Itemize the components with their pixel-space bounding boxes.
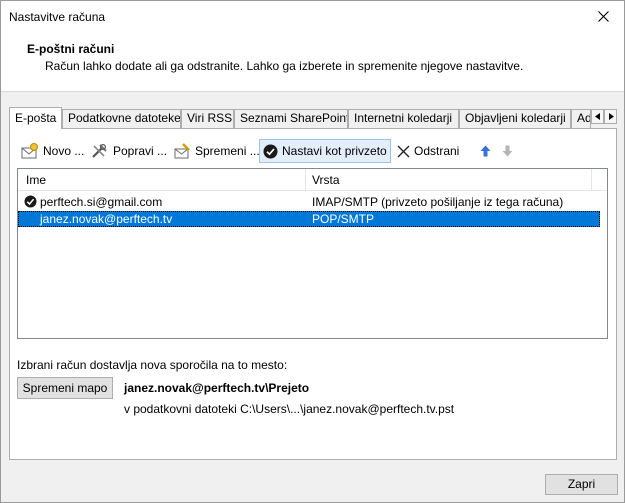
- header-band: E-poštni računi Račun lahko dodate ali g…: [1, 32, 624, 92]
- repair-account-button[interactable]: Popravi ...: [88, 139, 170, 163]
- change-settings-icon: [174, 143, 190, 159]
- tab-email[interactable]: E-pošta: [9, 107, 62, 129]
- change-folder-button[interactable]: Spremeni mapo: [17, 377, 113, 399]
- tools-icon: [92, 143, 107, 158]
- set-default-label: Nastavi kot privzeto: [282, 144, 387, 158]
- caret-left-icon: [594, 113, 600, 120]
- move-down-button[interactable]: [499, 139, 516, 163]
- column-divider[interactable]: [305, 169, 306, 191]
- column-header-name[interactable]: Ime: [26, 169, 46, 191]
- default-account-check-icon: [24, 195, 37, 208]
- title-bar: Nastavitve računa: [1, 1, 624, 32]
- delivery-folder-path: janez.novak@perftech.tv\Prejeto: [124, 381, 310, 395]
- email-tab-panel: Novo ... Popravi ... Spremeni ... Nastav…: [9, 128, 617, 460]
- caret-right-icon: [608, 113, 614, 120]
- tab-address-books[interactable]: Ad: [571, 109, 591, 128]
- arrow-down-icon: [502, 145, 513, 157]
- account-list-header: Ime Vrsta: [18, 169, 607, 191]
- tab-strip: E-pošta Podatkovne datoteke Viri RSS Sez…: [9, 107, 617, 129]
- close-button[interactable]: Zapri: [545, 474, 618, 495]
- remove-account-label: Odstrani: [414, 144, 460, 158]
- remove-x-icon: [397, 145, 410, 157]
- delivery-data-file: v podatkovni datoteki C:\Users\...\janez…: [124, 402, 455, 416]
- column-header-type[interactable]: Vrsta: [312, 169, 340, 191]
- tab-scroll-left-button[interactable]: [591, 109, 604, 124]
- move-up-button[interactable]: [477, 139, 494, 163]
- account-toolbar: Novo ... Popravi ... Spremeni ... Nastav…: [18, 139, 608, 163]
- tab-scroll-right-button[interactable]: [604, 109, 617, 124]
- tab-rss-feeds[interactable]: Viri RSS: [181, 109, 234, 128]
- checkmark-circle-icon: [263, 144, 278, 158]
- column-divider[interactable]: [591, 169, 592, 191]
- repair-account-label: Popravi ...: [113, 144, 168, 158]
- header-title: E-poštni računi: [27, 42, 115, 56]
- account-row-selected[interactable]: janez.novak@perftech.tv POP/SMTP: [18, 211, 600, 227]
- close-window-button[interactable]: [582, 1, 624, 32]
- remove-account-button[interactable]: Odstrani: [394, 139, 462, 163]
- new-mail-icon: [21, 143, 38, 159]
- close-icon: [597, 11, 609, 22]
- change-account-button[interactable]: Spremeni ...: [170, 139, 263, 163]
- account-name: perftech.si@gmail.com: [40, 195, 163, 209]
- account-type: POP/SMTP: [312, 212, 375, 226]
- tab-sharepoint-lists[interactable]: Seznami SharePoint: [234, 109, 348, 128]
- set-default-button[interactable]: Nastavi kot privzeto: [259, 139, 391, 163]
- change-account-label: Spremeni ...: [195, 144, 260, 158]
- delivery-location-label: Izbrani račun dostavlja nova sporočila n…: [17, 358, 288, 372]
- tab-internet-calendars[interactable]: Internetni koledarji: [348, 109, 459, 128]
- new-account-button[interactable]: Novo ...: [18, 139, 87, 163]
- window-title: Nastavitve računa: [9, 10, 106, 24]
- tab-published-calendars[interactable]: Objavljeni koledarji: [459, 109, 571, 128]
- arrow-up-icon: [480, 145, 491, 157]
- account-name: janez.novak@perftech.tv: [40, 212, 173, 226]
- account-settings-window: Nastavitve računa E-poštni računi Račun …: [0, 0, 625, 503]
- header-description: Račun lahko dodate ali ga odstranite. La…: [45, 59, 524, 73]
- new-account-label: Novo ...: [43, 144, 85, 158]
- tab-data-files[interactable]: Podatkovne datoteke: [62, 109, 181, 128]
- account-row[interactable]: perftech.si@gmail.com IMAP/SMTP (privzet…: [18, 194, 600, 210]
- account-list: Ime Vrsta perftech.si@gmail.com IMAP/SMT…: [17, 168, 608, 339]
- account-type: IMAP/SMTP (privzeto pošiljanje iz tega r…: [312, 195, 564, 209]
